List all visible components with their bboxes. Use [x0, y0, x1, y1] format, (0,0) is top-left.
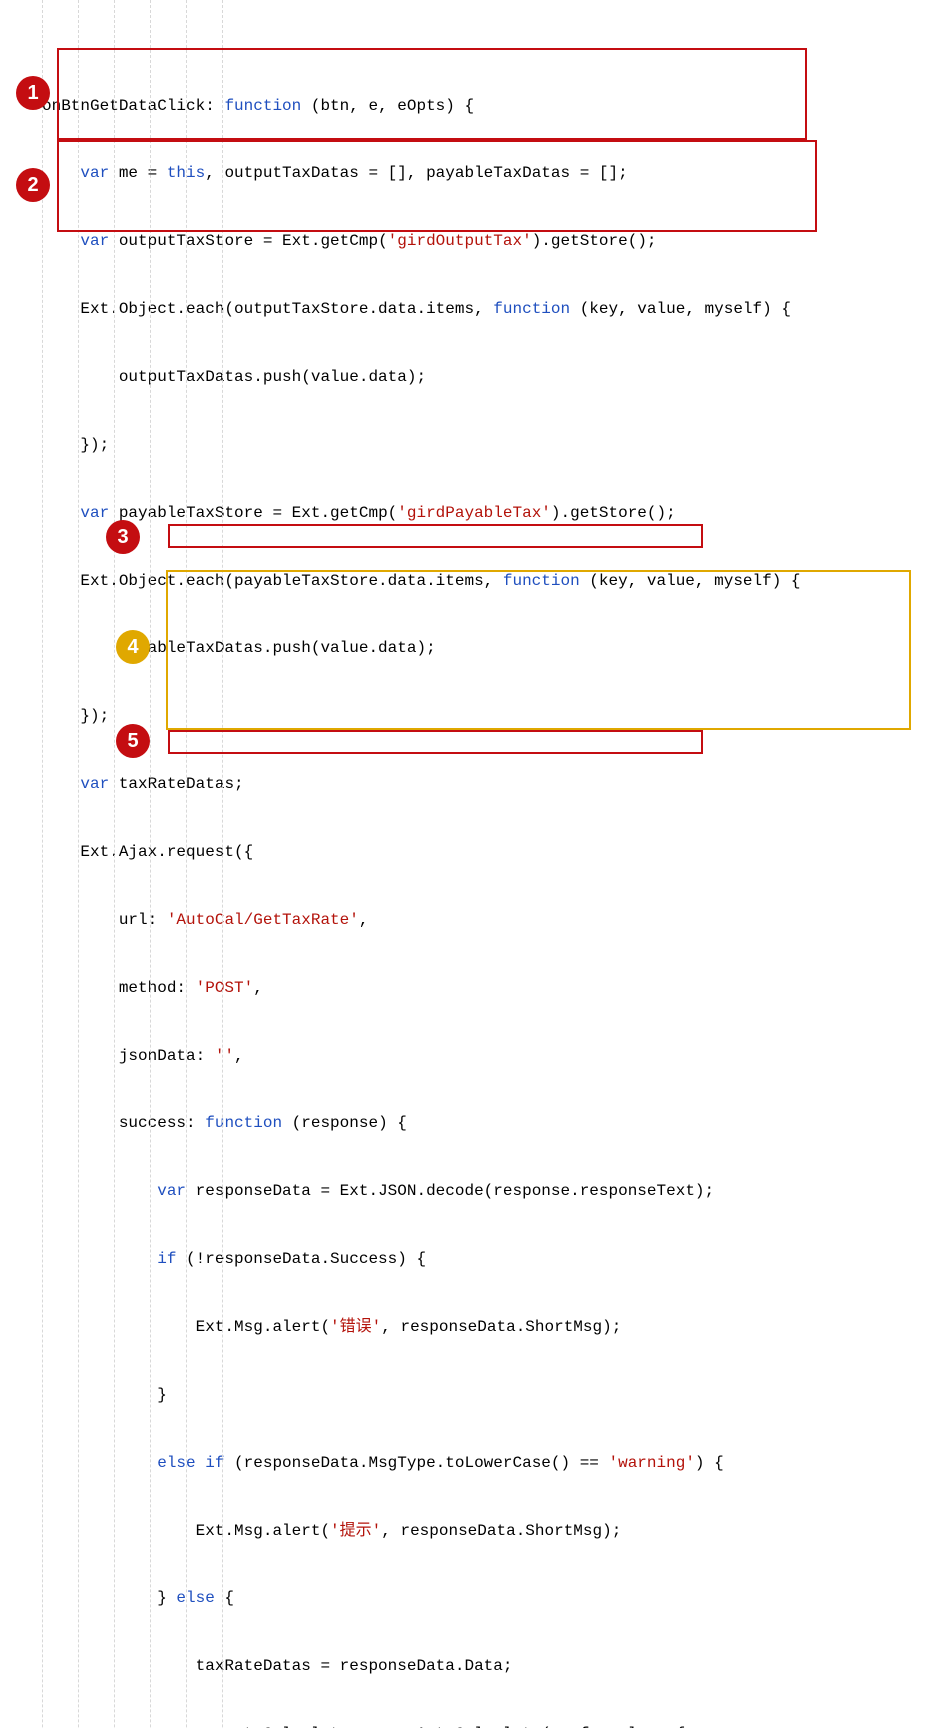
code-line: success: function (response) {: [42, 1112, 931, 1135]
code-line: payableTaxDatas.push(value.data);: [42, 637, 931, 660]
annotation-badge-3: 3: [106, 520, 140, 554]
code-line: outputTaxDatas.push(value.data);: [42, 366, 931, 389]
code-line: me.autoCalculate = new AutoCalculate(me.…: [42, 1723, 931, 1728]
code-line: var payableTaxStore = Ext.getCmp('girdPa…: [42, 502, 931, 525]
code-line: taxRateDatas = responseData.Data;: [42, 1655, 931, 1678]
code-line: jsonData: '',: [42, 1045, 931, 1068]
annotation-badge-2: 2: [16, 168, 50, 202]
code-line: var outputTaxStore = Ext.getCmp('girdOut…: [42, 230, 931, 253]
code-line: onBtnGetDataClick: function (btn, e, eOp…: [42, 95, 931, 118]
code-line: else if (responseData.MsgType.toLowerCas…: [42, 1452, 931, 1475]
code-line: }: [42, 1384, 931, 1407]
code-line: Ext.Msg.alert('错误', responseData.ShortMs…: [42, 1316, 931, 1339]
code-line: method: 'POST',: [42, 977, 931, 1000]
code-line: var taxRateDatas;: [42, 773, 931, 796]
code-line: var me = this, outputTaxDatas = [], paya…: [42, 162, 931, 185]
code-line: Ext.Msg.alert('提示', responseData.ShortMs…: [42, 1520, 931, 1543]
annotation-badge-5: 5: [116, 724, 150, 758]
code-line: } else {: [42, 1587, 931, 1610]
code-block: onBtnGetDataClick: function (btn, e, eOp…: [0, 0, 931, 1728]
code-line: Ext.Object.each(payableTaxStore.data.ite…: [42, 570, 931, 593]
code-line: url: 'AutoCal/GetTaxRate',: [42, 909, 931, 932]
annotation-badge-4: 4: [116, 630, 150, 664]
annotation-badge-1: 1: [16, 76, 50, 110]
code-line: var responseData = Ext.JSON.decode(respo…: [42, 1180, 931, 1203]
code-line: Ext.Object.each(outputTaxStore.data.item…: [42, 298, 931, 321]
code-line: });: [42, 705, 931, 728]
code-line: Ext.Ajax.request({: [42, 841, 931, 864]
code-line: if (!responseData.Success) {: [42, 1248, 931, 1271]
code-line: });: [42, 434, 931, 457]
